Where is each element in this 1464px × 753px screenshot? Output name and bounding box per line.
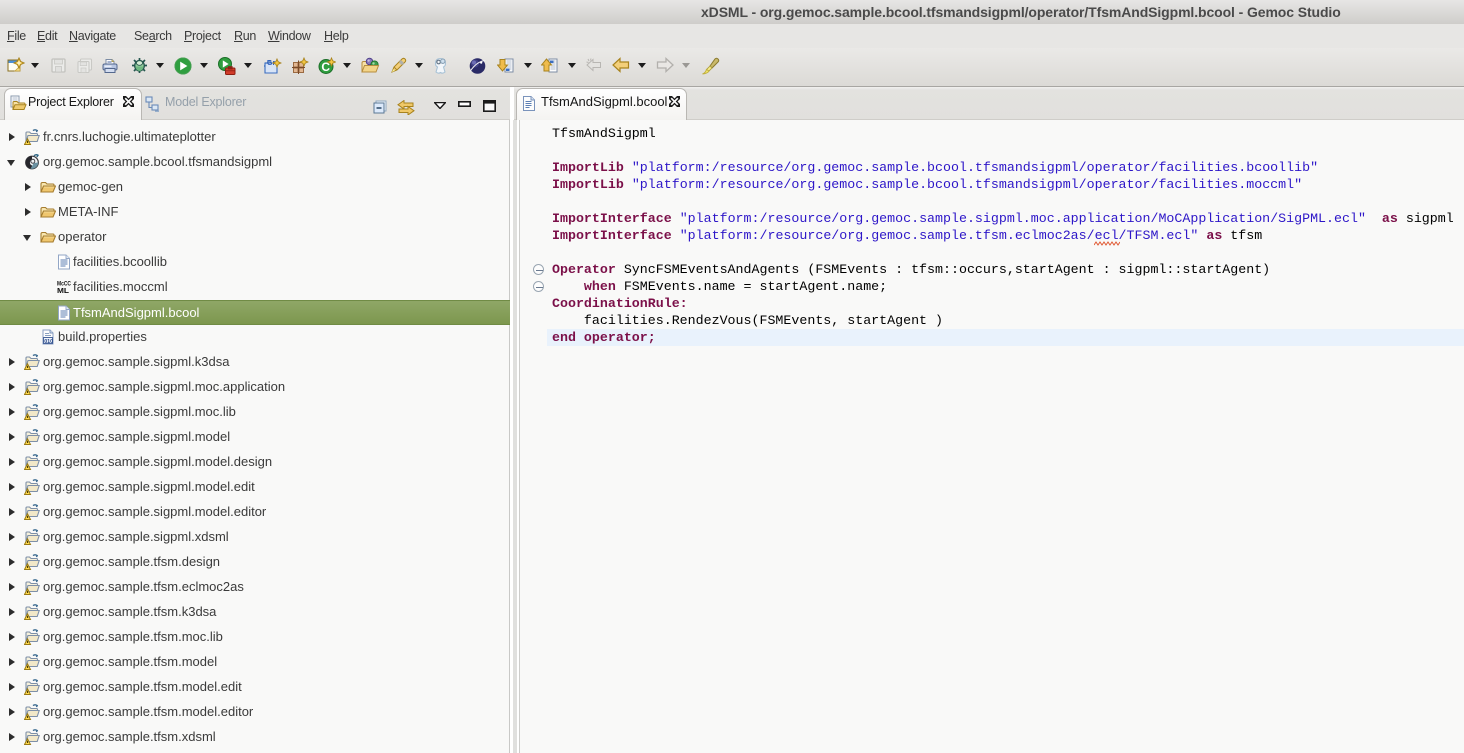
svg-text:010: 010 xyxy=(44,339,53,345)
svg-text:ML: ML xyxy=(57,286,69,295)
